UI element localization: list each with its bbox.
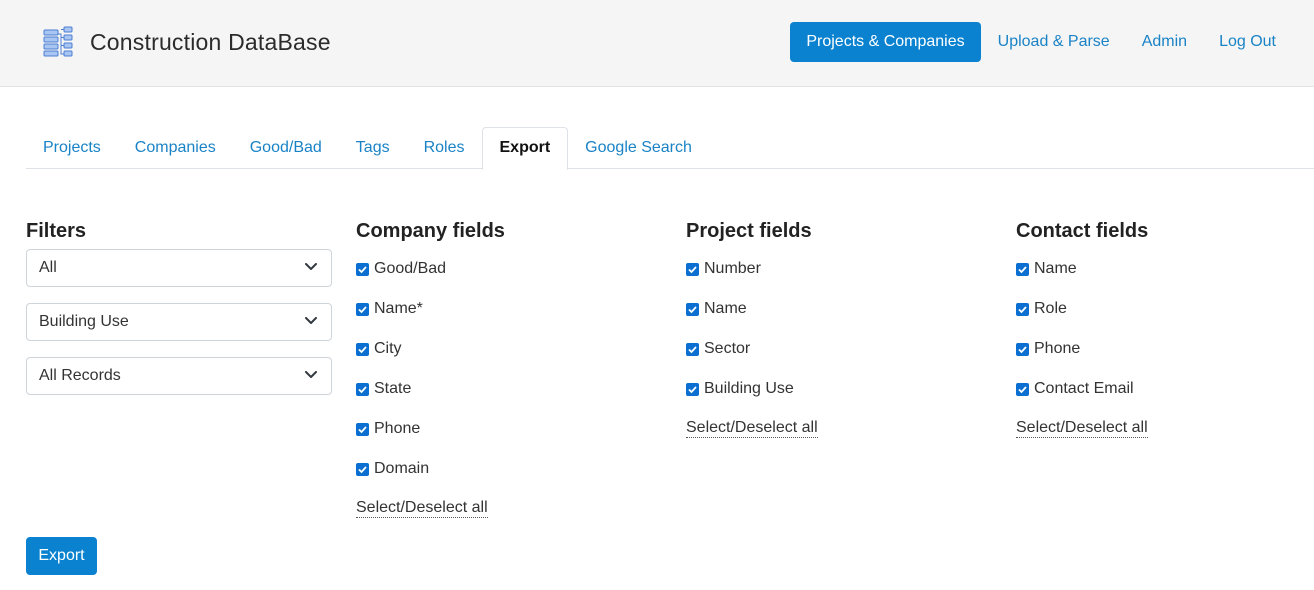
filters-panel: Filters All Building Use All Records [26, 218, 332, 395]
filter-select-value: All [39, 259, 57, 276]
field-contact-role[interactable]: Role [1016, 299, 1148, 319]
filter-select-building-use[interactable]: Building Use [26, 303, 332, 341]
project-fields-list: Number Name Sector Building Use Select/D… [686, 259, 818, 438]
filter-select-value: Building Use [39, 313, 129, 330]
checkbox[interactable] [356, 262, 369, 276]
contact-fields-panel: Contact fields Name Role Phone Contact E… [1016, 218, 1148, 438]
company-fields-heading: Company fields [356, 220, 505, 242]
checkbox[interactable] [1016, 382, 1029, 396]
export-button[interactable]: Export [26, 537, 97, 575]
contact-select-all-link[interactable]: Select/Deselect all [1016, 419, 1148, 438]
checkbox[interactable] [356, 422, 369, 436]
field-label: Name [1034, 260, 1077, 277]
field-company-city[interactable]: City [356, 339, 505, 359]
checkbox[interactable] [686, 382, 699, 396]
checkbox[interactable] [356, 342, 369, 356]
filters-heading: Filters [26, 220, 87, 242]
checkbox[interactable] [1016, 302, 1029, 316]
company-fields-list: Good/Bad Name* City State Phone Domain S… [356, 259, 505, 518]
field-label: City [374, 340, 402, 357]
field-label: Sector [704, 340, 751, 357]
main-nav: Projects & Companies Upload & Parse Admi… [790, 22, 1292, 62]
checkbox[interactable] [686, 262, 699, 276]
checkbox[interactable] [686, 302, 699, 316]
top-navbar: Construction DataBase Projects & Compani… [0, 0, 1314, 87]
field-label: Domain [374, 460, 430, 477]
company-fields-panel: Company fields Good/Bad Name* City State… [356, 218, 505, 518]
filter-select-all-records[interactable]: All Records [26, 357, 332, 395]
field-label: Good/Bad [374, 260, 447, 277]
tab-roles[interactable]: Roles [407, 127, 482, 169]
chevron-down-icon [305, 371, 317, 378]
field-company-state[interactable]: State [356, 379, 505, 399]
field-project-sector[interactable]: Sector [686, 339, 818, 359]
field-project-building-use[interactable]: Building Use [686, 379, 818, 399]
field-label: Building Use [704, 380, 794, 397]
checkbox[interactable] [356, 302, 369, 316]
filter-select-records[interactable]: All [26, 249, 332, 287]
nav-upload-parse[interactable]: Upload & Parse [982, 23, 1126, 61]
checkbox[interactable] [356, 462, 369, 476]
project-select-all-link[interactable]: Select/Deselect all [686, 419, 818, 438]
field-company-domain[interactable]: Domain [356, 459, 505, 479]
field-label: Number [704, 260, 761, 277]
tab-companies[interactable]: Companies [118, 127, 233, 169]
company-select-all-link[interactable]: Select/Deselect all [356, 499, 488, 518]
contact-fields-heading: Contact fields [1016, 220, 1149, 242]
field-label: Contact Email [1034, 380, 1134, 397]
field-label: State [374, 380, 412, 397]
nav-projects-companies[interactable]: Projects & Companies [790, 22, 981, 62]
chevron-down-icon [305, 317, 317, 324]
checkbox[interactable] [686, 342, 699, 356]
app-title: Construction DataBase [90, 28, 331, 55]
database-sitemap-icon [43, 26, 73, 57]
tab-projects[interactable]: Projects [26, 127, 118, 169]
field-company-phone[interactable]: Phone [356, 419, 505, 439]
field-company-good-bad[interactable]: Good/Bad [356, 259, 505, 279]
field-label: Phone [374, 420, 421, 437]
field-contact-email[interactable]: Contact Email [1016, 379, 1148, 399]
tab-bar: Projects Companies Good/Bad Tags Roles E… [26, 127, 1314, 170]
project-fields-panel: Project fields Number Name Sector Buildi… [686, 218, 818, 438]
nav-admin[interactable]: Admin [1126, 23, 1203, 61]
field-project-number[interactable]: Number [686, 259, 818, 279]
field-label: Role [1034, 300, 1067, 317]
chevron-down-icon [305, 263, 317, 270]
contact-fields-list: Name Role Phone Contact Email Select/Des… [1016, 259, 1148, 438]
field-contact-name[interactable]: Name [1016, 259, 1148, 279]
project-fields-heading: Project fields [686, 220, 812, 242]
tab-google-search[interactable]: Google Search [568, 127, 709, 169]
checkbox[interactable] [356, 382, 369, 396]
field-project-name[interactable]: Name [686, 299, 818, 319]
tab-good-bad[interactable]: Good/Bad [233, 127, 339, 169]
field-label: Name* [374, 300, 423, 317]
tab-export[interactable]: Export [481, 127, 569, 170]
checkbox[interactable] [1016, 342, 1029, 356]
field-label: Name [704, 300, 747, 317]
field-company-name[interactable]: Name* [356, 299, 505, 319]
filter-select-value: All Records [39, 367, 121, 384]
field-label: Phone [1034, 340, 1081, 357]
field-contact-phone[interactable]: Phone [1016, 339, 1148, 359]
brand[interactable]: Construction DataBase [42, 26, 331, 58]
tab-tags[interactable]: Tags [339, 127, 407, 169]
nav-logout[interactable]: Log Out [1203, 23, 1292, 61]
checkbox[interactable] [1016, 262, 1029, 276]
